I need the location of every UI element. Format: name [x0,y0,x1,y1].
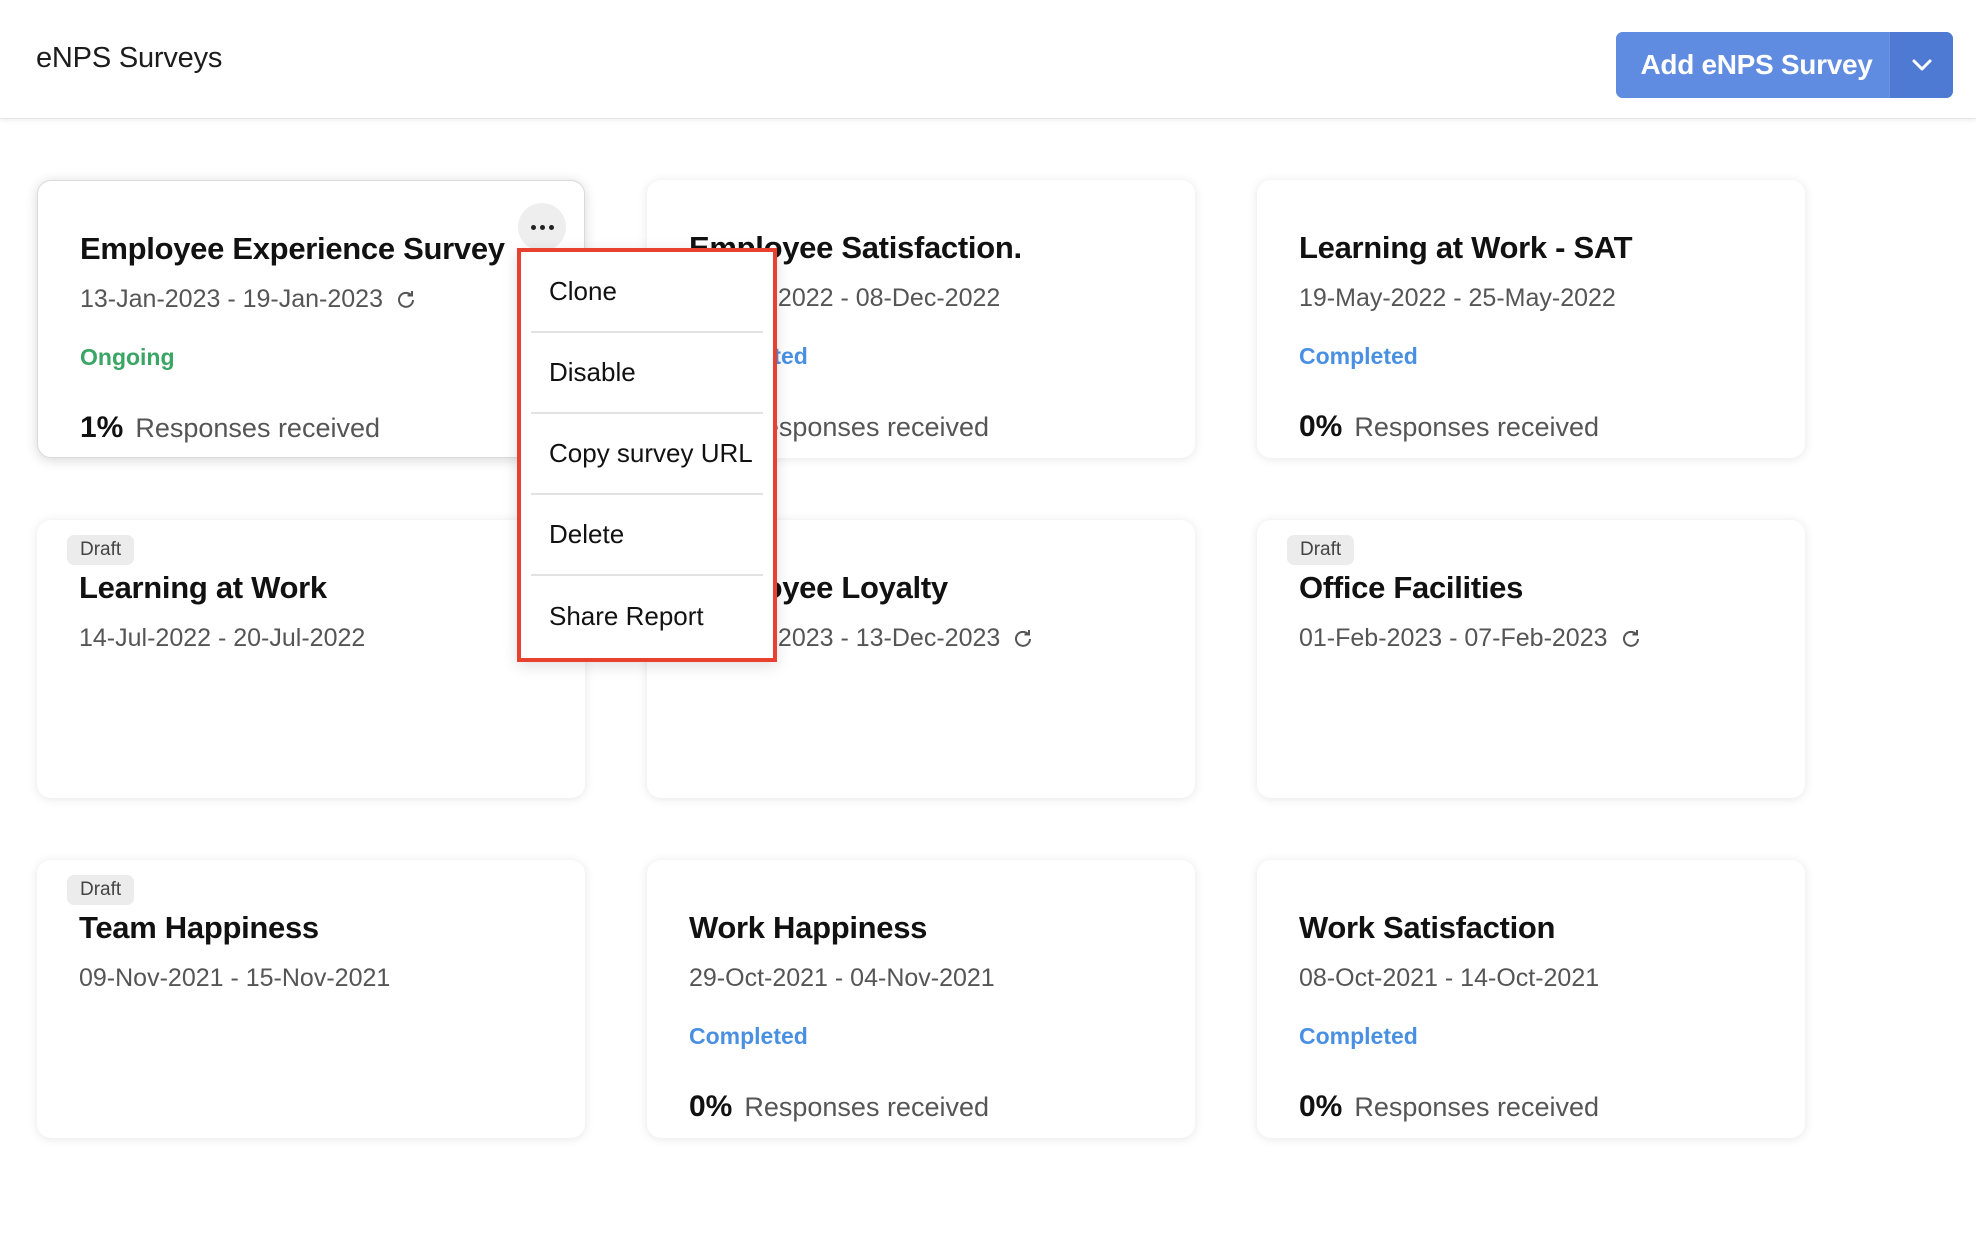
survey-date-range: 09-Nov-2021 - 15-Nov-2021 [79,964,391,992]
survey-title: Learning at Work - SAT [1299,230,1633,265]
draft-badge: Draft [67,535,135,565]
survey-date-range: 01-Feb-2023 - 07-Feb-2023 [1299,624,1608,652]
survey-dates: 14-Jul-2022 - 20-Jul-2022 [79,624,365,653]
menu-item-clone[interactable]: Clone [531,252,763,333]
survey-title: Work Satisfaction [1299,910,1556,945]
add-enps-survey-button[interactable]: Add eNPS Survey [1616,32,1889,98]
survey-dates: 19-May-2022 - 25-May-2022 [1299,284,1616,313]
survey-date-range: 14-Jul-2022 - 20-Jul-2022 [79,624,366,652]
add-survey-button-group: Add eNPS Survey [1616,32,1953,98]
more-dots-icon [530,224,536,230]
survey-dates: 08-Oct-2021 - 14-Oct-2021 [1299,964,1599,993]
header-bar: eNPS Surveys Add eNPS Survey [0,0,1976,119]
survey-date-range: 19-May-2022 - 25-May-2022 [1299,284,1616,312]
menu-item-disable[interactable]: Disable [531,333,763,414]
more-options-button[interactable] [518,203,566,251]
survey-card[interactable]: Learning at Work - SAT 19-May-2022 - 25-… [1257,180,1805,458]
survey-date-range: 13-Jan-2023 - 19-Jan-2023 [80,285,383,313]
responses-label: Responses received [744,1092,989,1122]
responses-percent: 0% [689,1090,733,1123]
recurring-icon [395,289,417,311]
responses-percent: 0% [1299,1090,1343,1123]
survey-dates: 09-Nov-2021 - 15-Nov-2021 [79,964,390,993]
more-dots-icon-part [548,224,554,230]
survey-status: Completed [689,1023,808,1049]
survey-dates: 13-Jan-2023 - 19-Jan-2023 [80,285,417,314]
responses-percent: 0% [1299,410,1343,443]
survey-status: Completed [1299,343,1418,369]
responses-label: Responses received [744,412,989,442]
add-survey-dropdown-button[interactable] [1889,32,1953,98]
survey-title: Office Facilities [1299,570,1524,605]
survey-title: Team Happiness [79,910,319,945]
survey-title: Work Happiness [689,910,928,945]
survey-status: Completed [1299,1023,1418,1049]
survey-card[interactable]: Employee Experience Survey 13-Jan-2023 -… [37,180,585,458]
draft-badge: Draft [67,875,135,905]
draft-badge: Draft [1287,535,1355,565]
survey-date-range: 29-Oct-2021 - 04-Nov-2021 [689,964,995,992]
page-title: eNPS Surveys [36,42,223,74]
survey-responses: 0% Responses received [1299,410,1599,444]
menu-item-share-report[interactable]: Share Report [531,576,763,657]
survey-responses: 1% Responses received [80,411,380,445]
chevron-down-icon [1912,59,1931,71]
page: eNPS Surveys Add eNPS Survey Employee Ex… [0,0,1976,1234]
more-dots-icon-part [539,224,545,230]
responses-percent: 1% [80,411,124,444]
responses-label: Responses received [1354,1092,1599,1122]
recurring-icon [1620,628,1642,650]
survey-card[interactable]: Draft Learning at Work 14-Jul-2022 - 20-… [37,520,585,798]
survey-dates: 01-Feb-2023 - 07-Feb-2023 [1299,624,1642,653]
survey-options-menu: Clone Disable Copy survey URL Delete Sha… [517,248,777,662]
survey-card[interactable]: Draft Team Happiness 09-Nov-2021 - 15-No… [37,860,585,1138]
responses-label: Responses received [135,413,380,443]
survey-dates: 29-Oct-2021 - 04-Nov-2021 [689,964,995,993]
recurring-icon [1012,628,1034,650]
survey-card[interactable]: Work Satisfaction 08-Oct-2021 - 14-Oct-2… [1257,860,1805,1138]
survey-card[interactable]: Draft Office Facilities 01-Feb-2023 - 07… [1257,520,1805,798]
survey-title: Employee Experience Survey [80,231,505,266]
responses-label: Responses received [1354,412,1599,442]
survey-title: Learning at Work [79,570,327,605]
survey-responses: 0% Responses received [1299,1090,1599,1124]
survey-responses: 0% Responses received [689,1090,989,1124]
menu-item-delete[interactable]: Delete [531,495,763,576]
survey-date-range: 08-Oct-2021 - 14-Oct-2021 [1299,964,1600,992]
survey-status: Ongoing [80,344,175,370]
survey-card[interactable]: Work Happiness 29-Oct-2021 - 04-Nov-2021… [647,860,1195,1138]
menu-item-copy-survey-url[interactable]: Copy survey URL [531,414,763,495]
